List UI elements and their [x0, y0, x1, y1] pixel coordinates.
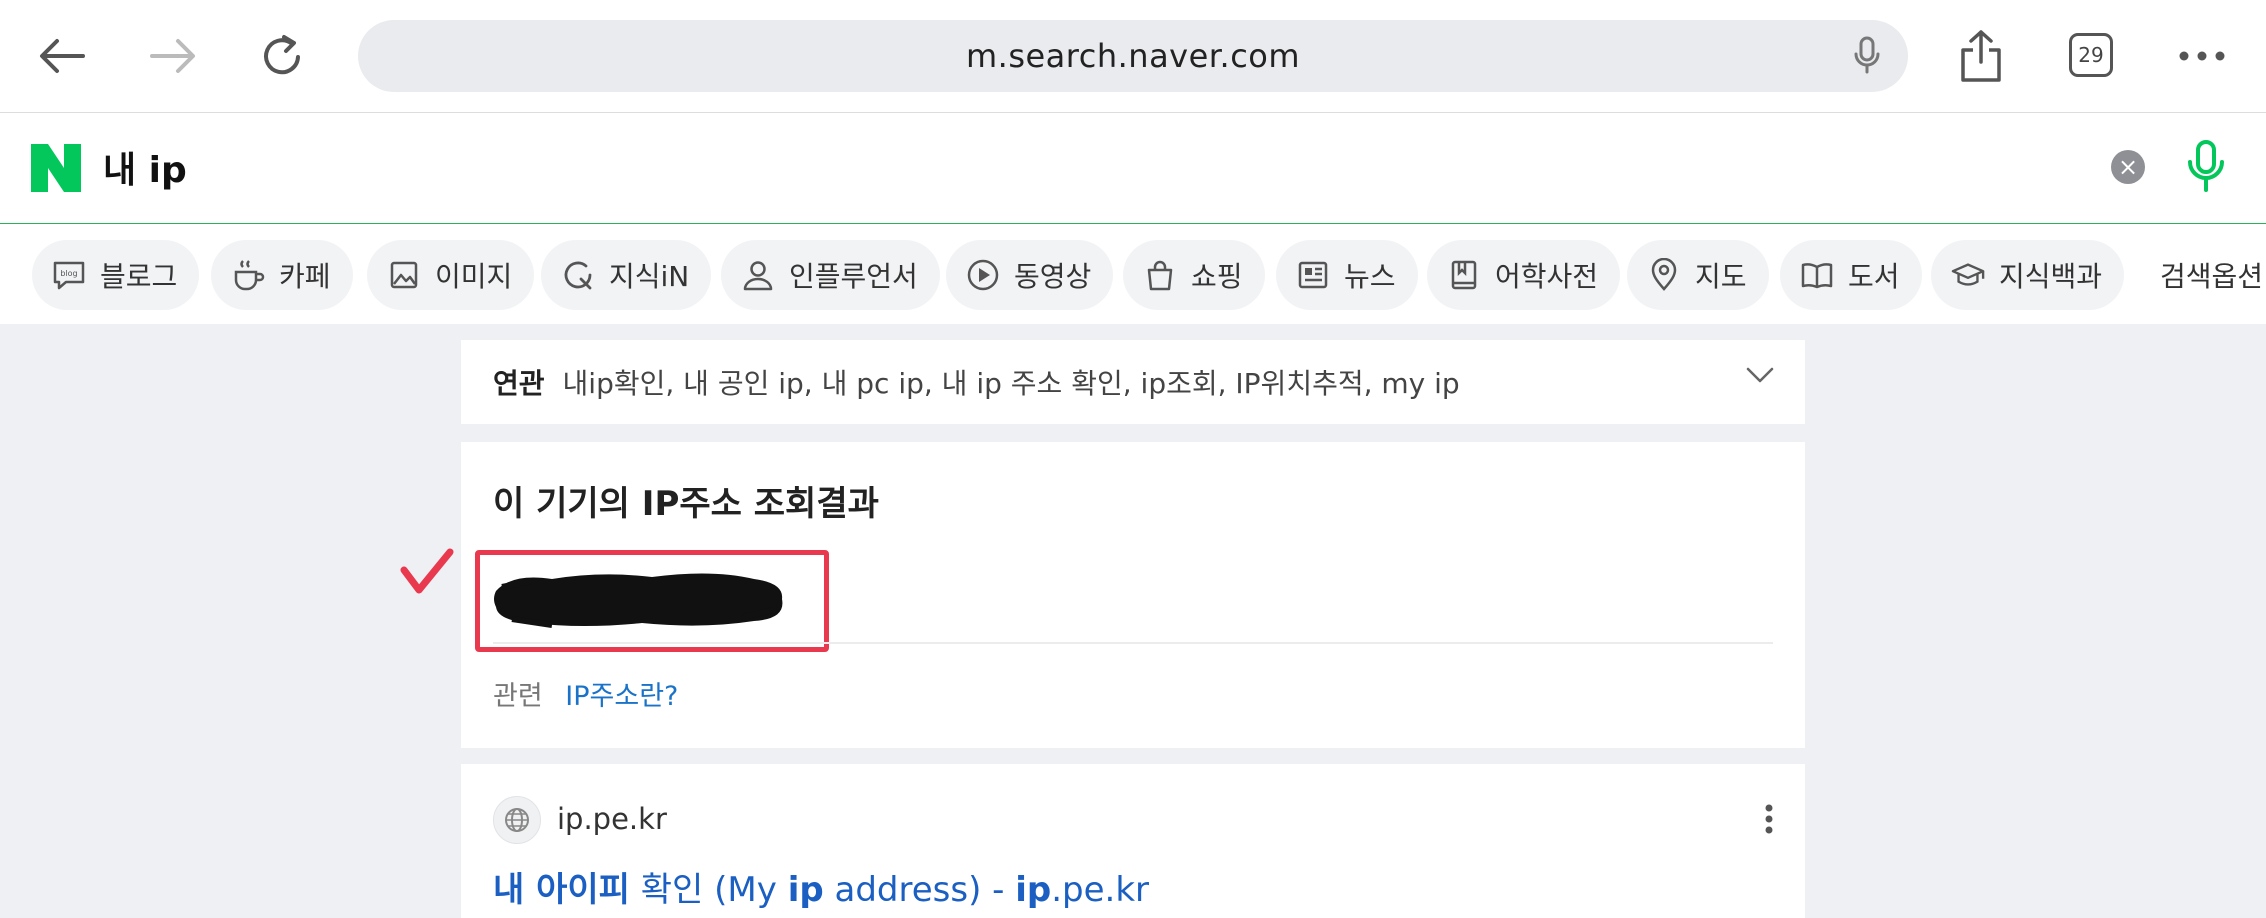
- image-icon: [387, 258, 421, 292]
- tab-blog[interactable]: blog 블로그: [32, 240, 200, 310]
- share-button[interactable]: [1953, 28, 2009, 84]
- more-options-icon[interactable]: [1765, 804, 1773, 834]
- chevron-down-icon[interactable]: [1745, 366, 1775, 384]
- reload-button[interactable]: [255, 28, 311, 84]
- tab-label: 도서: [1848, 260, 1900, 293]
- tab-label: 인플루언서: [789, 260, 918, 293]
- tab-dictionary[interactable]: 어학사전: [1427, 240, 1621, 310]
- book-icon: [1800, 258, 1834, 292]
- search-result-card: ip.pe.kr 내 아이피 확인 (My ip address) - ip.p…: [461, 764, 1805, 918]
- tab-kin[interactable]: 지식iN: [541, 240, 712, 310]
- kin-q-icon: [561, 258, 595, 292]
- back-button[interactable]: [34, 28, 90, 84]
- tab-video[interactable]: 동영상: [946, 240, 1114, 310]
- redacted-ip-box: [475, 550, 829, 652]
- globe-icon: [493, 796, 541, 844]
- tab-count-label: 29: [2078, 43, 2104, 67]
- tab-label: 지식백과: [1999, 260, 2103, 293]
- tab-label: 뉴스: [1344, 260, 1396, 293]
- tab-encyclopedia[interactable]: 지식백과: [1931, 240, 2125, 310]
- ip-result-title: 이 기기의 IP주소 조회결과: [493, 484, 879, 524]
- browser-toolbar: m.search.naver.com 29: [0, 0, 2266, 113]
- tab-label: 쇼핑: [1191, 260, 1243, 293]
- related-info-row: 관련 IP주소란?: [493, 674, 678, 713]
- search-options-label: 검색옵션: [2160, 260, 2264, 293]
- divider: [493, 642, 1773, 644]
- reload-icon: [264, 35, 300, 75]
- tab-label: 이미지: [435, 260, 513, 293]
- map-pin-icon: [1647, 258, 1681, 292]
- result-site-name[interactable]: ip.pe.kr: [557, 802, 667, 836]
- tab-label: 블로그: [100, 260, 178, 293]
- forward-button[interactable]: [145, 28, 201, 84]
- graduation-cap-icon: [1951, 258, 1985, 292]
- close-icon: ×: [2117, 153, 2139, 181]
- redaction-scribble: [494, 573, 783, 628]
- ip-result-card: 이 기기의 IP주소 조회결과 관련 IP주소란?: [461, 442, 1805, 748]
- tab-label: 지도: [1695, 260, 1747, 293]
- title-part: 확인 (My: [629, 870, 788, 910]
- title-part: address) -: [823, 870, 1016, 910]
- more-dots-icon: [2179, 51, 2225, 61]
- title-part: 내 아이피: [493, 870, 630, 910]
- title-part: .pe.kr: [1051, 870, 1150, 910]
- svg-text:blog: blog: [60, 269, 77, 278]
- play-icon: [966, 258, 1000, 292]
- clear-search-button[interactable]: ×: [2111, 150, 2145, 184]
- blog-icon: blog: [52, 258, 86, 292]
- tab-book[interactable]: 도서: [1780, 240, 1922, 310]
- shopping-bag-icon: [1143, 258, 1177, 292]
- related-info-label: 관련: [493, 681, 543, 712]
- more-menu-button[interactable]: [2174, 28, 2230, 84]
- ip-address-info-link[interactable]: IP주소란?: [565, 681, 678, 712]
- title-part: ip: [1015, 870, 1052, 910]
- url-text: m.search.naver.com: [965, 37, 1301, 75]
- title-part: ip: [787, 870, 824, 910]
- tab-label: 지식iN: [609, 260, 690, 293]
- tab-influencer[interactable]: 인플루언서: [721, 240, 940, 310]
- back-arrow-icon: [40, 39, 85, 73]
- forward-arrow-icon: [150, 39, 195, 73]
- tab-image[interactable]: 이미지: [367, 240, 535, 310]
- cafe-cup-icon: [231, 258, 265, 292]
- tab-label: 어학사전: [1495, 260, 1599, 293]
- tab-map[interactable]: 지도: [1627, 240, 1769, 310]
- address-bar[interactable]: m.search.naver.com: [358, 20, 1908, 92]
- tab-label: 카페: [279, 260, 331, 293]
- tab-count-button[interactable]: 29: [2069, 33, 2113, 77]
- person-icon: [741, 258, 775, 292]
- related-keywords[interactable]: 내ip확인, 내 공인 ip, 내 pc ip, 내 ip 주소 확인, ip조…: [563, 362, 1460, 402]
- news-icon: [1296, 258, 1330, 292]
- voice-search-icon[interactable]: [2186, 138, 2226, 196]
- dictionary-icon: [1447, 258, 1481, 292]
- category-tabs: blog 블로그 카페 이미지 지식iN 인플루언서 동영상 쇼핑 뉴스 어학사…: [0, 224, 2266, 324]
- naver-logo-icon[interactable]: [31, 144, 81, 192]
- tab-label: 동영상: [1014, 260, 1092, 293]
- share-icon: [1961, 30, 2001, 82]
- red-checkmark-icon: [400, 548, 454, 594]
- tab-shopping[interactable]: 쇼핑: [1123, 240, 1265, 310]
- microphone-icon[interactable]: [1852, 36, 1882, 76]
- related-keywords-card[interactable]: 연관 내ip확인, 내 공인 ip, 내 pc ip, 내 ip 주소 확인, …: [461, 340, 1805, 424]
- tab-cafe[interactable]: 카페: [211, 240, 353, 310]
- search-query-input[interactable]: 내 ip: [103, 141, 187, 193]
- naver-search-bar: [0, 113, 2266, 225]
- result-title-link[interactable]: 내 아이피 확인 (My ip address) - ip.pe.kr: [493, 862, 1149, 911]
- related-label: 연관: [493, 367, 545, 400]
- tab-news[interactable]: 뉴스: [1276, 240, 1418, 310]
- search-options-button[interactable]: 검색옵션: [2160, 240, 2263, 310]
